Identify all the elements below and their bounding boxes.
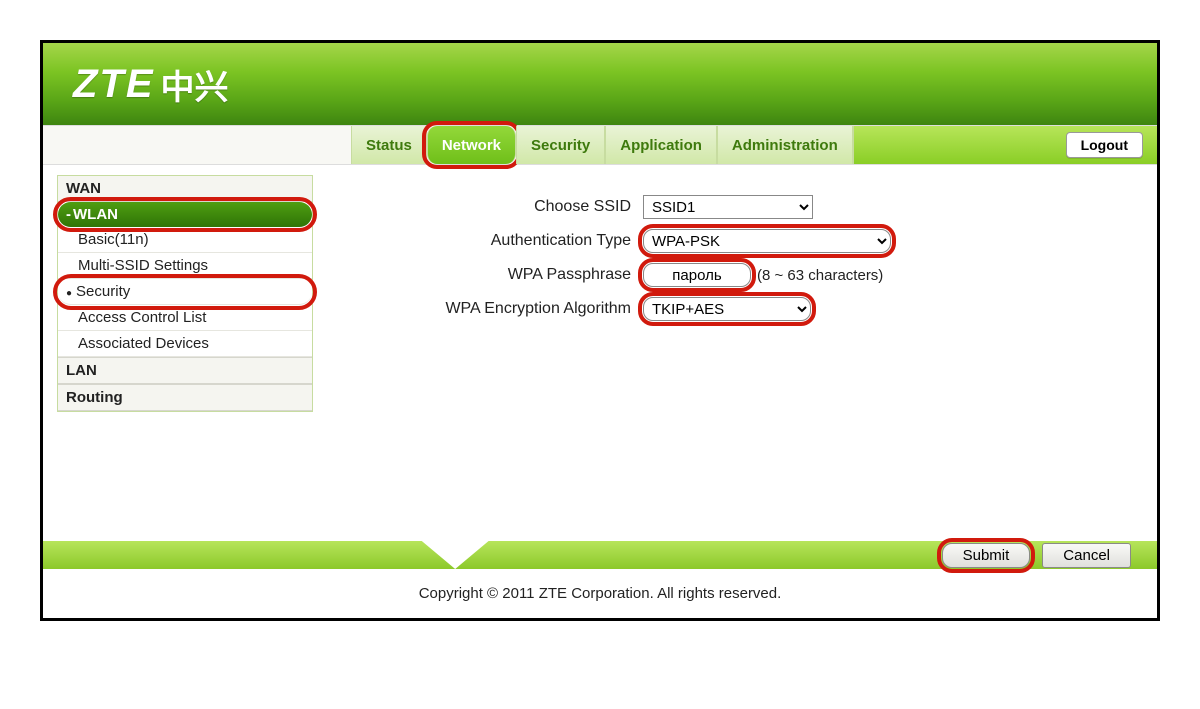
sidebar-sub-security[interactable]: Security bbox=[58, 279, 312, 305]
tab-security[interactable]: Security bbox=[516, 126, 605, 164]
label-auth: Authentication Type bbox=[333, 232, 643, 250]
label-enc: WPA Encryption Algorithm bbox=[333, 300, 643, 318]
sidebar: WAN WLAN Basic(11n) Multi-SSID Settings … bbox=[57, 175, 313, 412]
row-enc: WPA Encryption Algorithm TKIP+AES bbox=[333, 297, 1127, 321]
sidebar-sub-acl[interactable]: Access Control List bbox=[58, 305, 312, 331]
row-ssid: Choose SSID SSID1 bbox=[333, 195, 1127, 219]
logout-button[interactable]: Logout bbox=[1066, 132, 1143, 158]
brand-logo: ZTE 中兴 bbox=[73, 60, 229, 109]
tab-administration[interactable]: Administration bbox=[717, 126, 853, 164]
sidebar-cat-lan[interactable]: LAN bbox=[58, 357, 312, 384]
footer-buttons: Submit Cancel bbox=[942, 543, 1131, 568]
tab-network[interactable]: Network bbox=[427, 126, 516, 164]
pass-hint: (8 ~ 63 characters) bbox=[757, 267, 883, 284]
select-encryption[interactable]: TKIP+AES bbox=[643, 297, 811, 321]
submit-button[interactable]: Submit bbox=[942, 543, 1031, 568]
footer-bar: Submit Cancel bbox=[43, 535, 1157, 575]
sidebar-sub-basic[interactable]: Basic(11n) bbox=[58, 227, 312, 253]
tab-spacer bbox=[853, 126, 1066, 164]
sidebar-cat-wlan[interactable]: WLAN bbox=[58, 202, 312, 227]
tab-application[interactable]: Application bbox=[605, 126, 717, 164]
sidebar-cat-routing[interactable]: Routing bbox=[58, 384, 312, 411]
select-ssid[interactable]: SSID1 bbox=[643, 195, 813, 219]
logout-area: Logout bbox=[1066, 126, 1157, 164]
app-frame: ZTE 中兴 Status Network Security Applicati… bbox=[40, 40, 1160, 621]
select-auth-type[interactable]: WPA-PSK bbox=[643, 229, 891, 253]
body-area: WAN WLAN Basic(11n) Multi-SSID Settings … bbox=[43, 165, 1157, 535]
main-panel: Choose SSID SSID1 Authentication Type WP… bbox=[313, 165, 1157, 535]
top-tabs: Status Network Security Application Admi… bbox=[43, 125, 1157, 165]
row-pass: WPA Passphrase (8 ~ 63 characters) bbox=[333, 263, 1127, 287]
brand-text: ZTE bbox=[73, 62, 155, 107]
tab-status[interactable]: Status bbox=[351, 126, 427, 164]
sidebar-sub-multi-ssid[interactable]: Multi-SSID Settings bbox=[58, 253, 312, 279]
cancel-button[interactable]: Cancel bbox=[1042, 543, 1131, 568]
row-auth: Authentication Type WPA-PSK bbox=[333, 229, 1127, 253]
input-wpa-passphrase[interactable] bbox=[643, 263, 751, 287]
sidebar-sub-assoc[interactable]: Associated Devices bbox=[58, 331, 312, 357]
label-ssid: Choose SSID bbox=[333, 198, 643, 216]
label-pass: WPA Passphrase bbox=[333, 266, 643, 284]
sidebar-cat-wan[interactable]: WAN bbox=[58, 176, 312, 202]
brand-cn: 中兴 bbox=[161, 60, 229, 109]
copyright-text: Copyright © 2011 ZTE Corporation. All ri… bbox=[43, 575, 1157, 618]
header-bar: ZTE 中兴 bbox=[43, 43, 1157, 125]
